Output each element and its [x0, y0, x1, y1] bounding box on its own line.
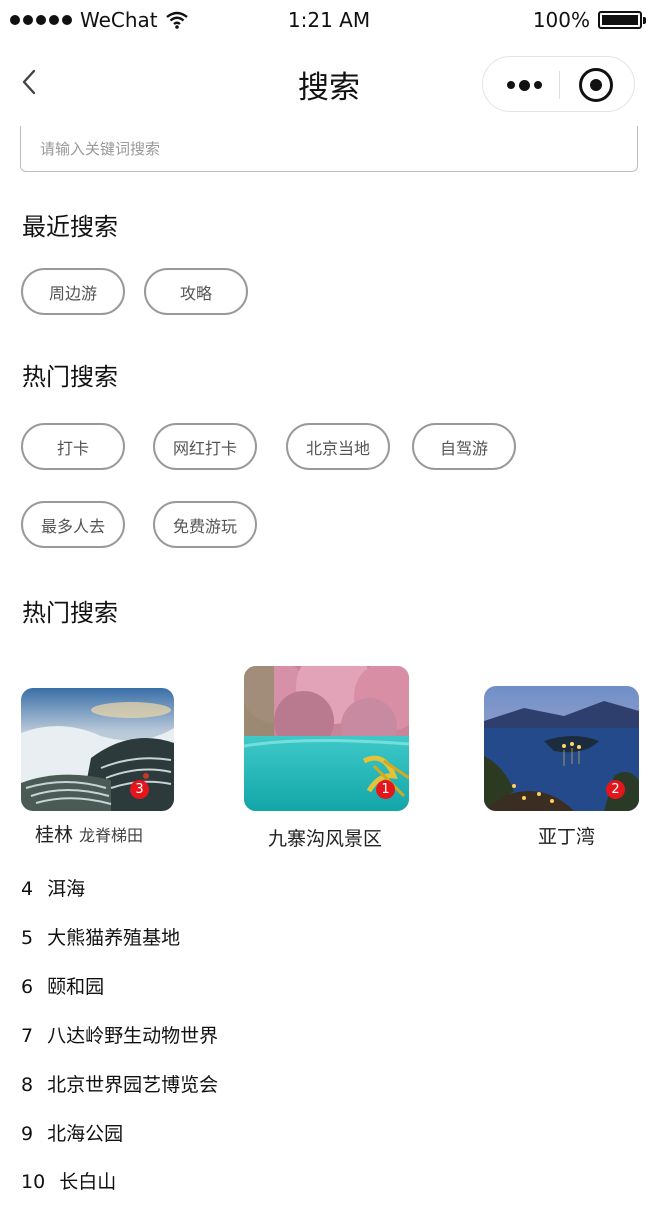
hot-tag[interactable]: 最多人去: [21, 501, 125, 548]
battery-percent: 100%: [532, 8, 590, 32]
spot-name: 桂林 龙脊梯田: [35, 820, 143, 847]
list-name: 颐和园: [47, 976, 105, 998]
list-item[interactable]: 4 洱海: [21, 874, 85, 906]
more-dots-icon[interactable]: [501, 67, 547, 103]
list-name: 长白山: [59, 1171, 117, 1193]
spot-image: [21, 688, 174, 811]
recent-search-title: 最近搜索: [22, 213, 118, 241]
list-name: 大熊猫养殖基地: [47, 927, 181, 949]
hot-tag[interactable]: 打卡: [21, 423, 125, 470]
close-target-icon[interactable]: [579, 68, 613, 102]
rank-badge: 1: [376, 780, 395, 799]
hot-tag[interactable]: 自驾游: [412, 423, 516, 470]
battery-icon: [598, 11, 646, 29]
search-box: [20, 126, 638, 172]
top-spot-card[interactable]: 2 亚丁湾: [484, 686, 640, 856]
spot-subtitle: 龙脊梯田: [79, 826, 144, 845]
hot-tag[interactable]: 北京当地: [286, 423, 390, 470]
list-name: 洱海: [47, 878, 86, 900]
miniprogram-capsule: [482, 56, 635, 112]
list-item[interactable]: 10 长白山: [21, 1167, 116, 1199]
list-name: 北京世界园艺博览会: [47, 1074, 219, 1096]
search-input[interactable]: [21, 126, 637, 171]
nav-bar: 搜索: [0, 50, 658, 114]
list-name: 八达岭野生动物世界: [47, 1025, 219, 1047]
list-item[interactable]: 8 北京世界园艺博览会: [21, 1070, 218, 1102]
spot-name: 亚丁湾: [538, 822, 601, 849]
spot-title: 桂林: [35, 824, 74, 846]
top-spot-card[interactable]: 1 九寨沟风景区: [244, 666, 410, 856]
hot-tag[interactable]: 免费游玩: [153, 501, 257, 548]
recent-tag[interactable]: 周边游: [21, 268, 125, 315]
list-name: 北海公园: [47, 1123, 124, 1145]
list-rank: 8: [21, 1074, 34, 1096]
list-item[interactable]: 5 大熊猫养殖基地: [21, 923, 180, 955]
hot-search-title: 热门搜索: [22, 363, 118, 391]
rank-badge: 2: [606, 780, 625, 799]
list-rank: 10: [21, 1171, 46, 1193]
capsule-divider: [559, 71, 560, 99]
list-rank: 9: [21, 1123, 34, 1145]
list-rank: 7: [21, 1025, 34, 1047]
spot-name: 九寨沟风景区: [268, 824, 388, 851]
ranking-title: 热门搜索: [22, 599, 118, 627]
list-rank: 6: [21, 976, 34, 998]
top-spot-card[interactable]: 3 桂林 龙脊梯田: [21, 688, 181, 858]
list-item[interactable]: 6 颐和园: [21, 972, 104, 1004]
list-rank: 5: [21, 927, 34, 949]
list-item[interactable]: 9 北海公园: [21, 1119, 123, 1151]
spot-title: 九寨沟风景区: [268, 828, 383, 850]
rank-badge: 3: [130, 780, 149, 799]
list-item[interactable]: 7 八达岭野生动物世界: [21, 1021, 218, 1053]
spot-title: 亚丁湾: [538, 826, 596, 848]
status-bar: WeChat 1:21 AM 100%: [0, 0, 658, 40]
list-rank: 4: [21, 878, 34, 900]
status-right: 100%: [532, 8, 646, 32]
recent-tag[interactable]: 攻略: [144, 268, 248, 315]
hot-tag[interactable]: 网红打卡: [153, 423, 257, 470]
